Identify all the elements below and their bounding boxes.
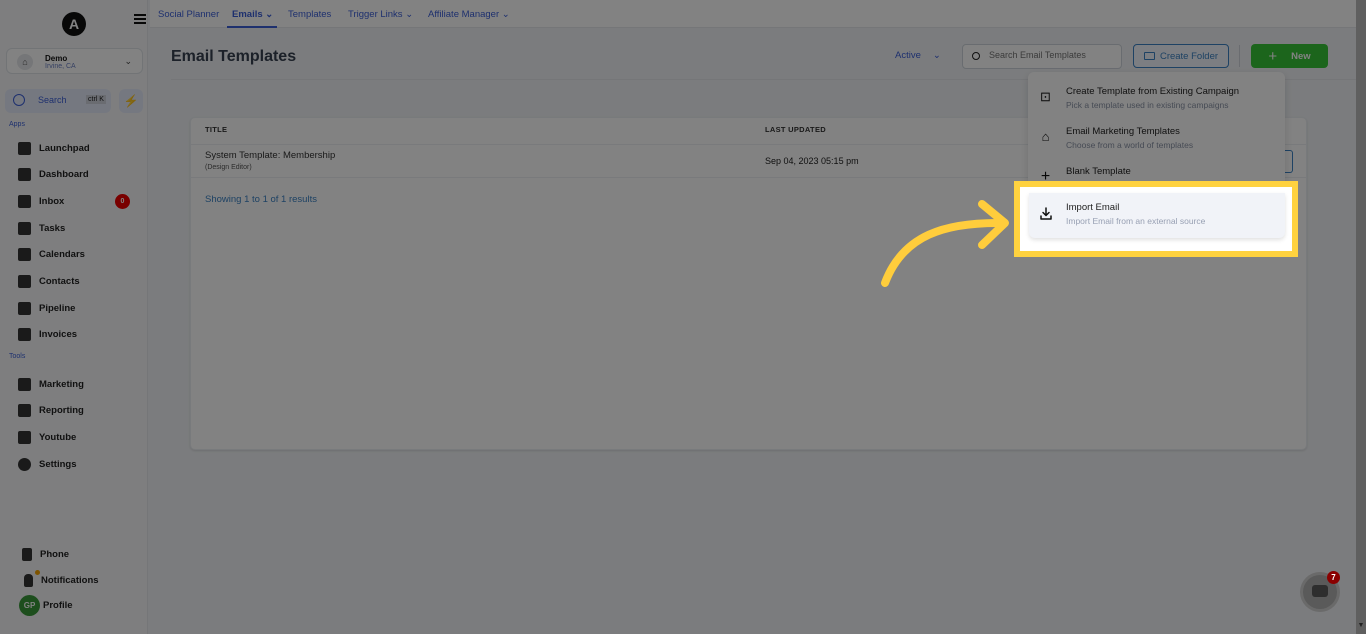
page-scrollbar[interactable] xyxy=(1356,0,1366,634)
scroll-down-arrow-icon[interactable]: ▼ xyxy=(1356,622,1366,629)
menu-item-subtitle: Import Email from an external source xyxy=(1066,216,1206,226)
menu-item-import-email[interactable]: Import Email Import Email from an extern… xyxy=(1029,193,1285,238)
menu-item-title: Import Email xyxy=(1066,202,1120,213)
chat-bubble-icon xyxy=(1312,585,1328,597)
download-icon xyxy=(1040,207,1052,220)
pointer-arrow-icon xyxy=(881,200,1009,287)
dim-overlay xyxy=(0,0,1366,634)
chat-unread-badge: 7 xyxy=(1327,571,1340,584)
